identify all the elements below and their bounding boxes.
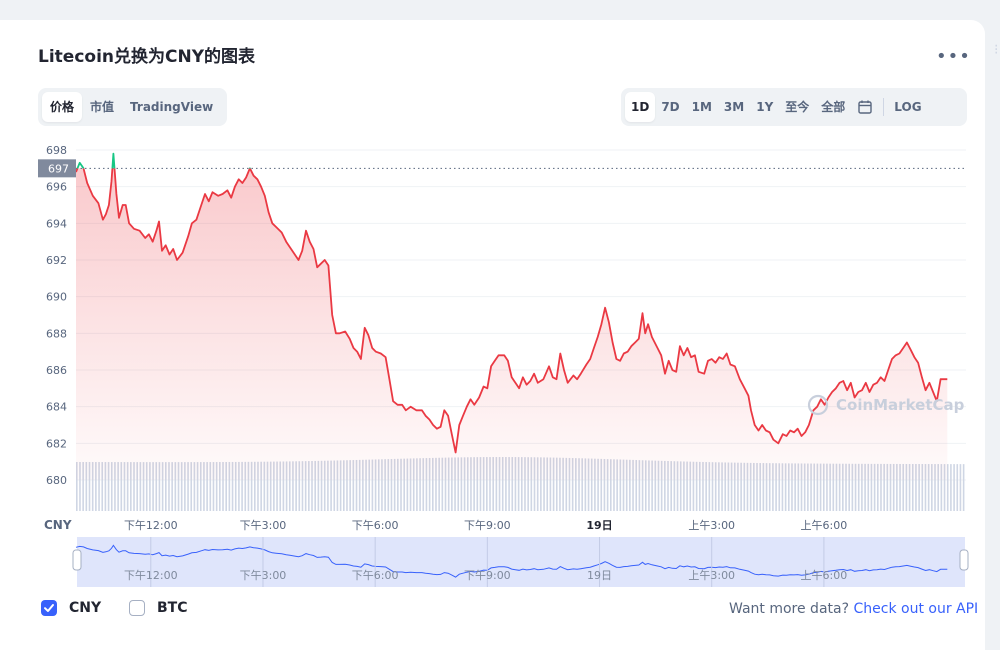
y-tick-label: 684 [46, 401, 67, 414]
x-tick-label: 下午6:00 [352, 519, 399, 532]
navigator-tick-label: 19日 [587, 569, 612, 582]
y-tick-label: 694 [46, 217, 67, 230]
volume-bar [956, 464, 959, 511]
volume-bar [950, 464, 952, 511]
volume-bar [953, 464, 955, 511]
y-tick-label: 696 [46, 181, 67, 194]
x-tick-label: 上午6:00 [801, 519, 848, 532]
legend-btc[interactable]: BTC [129, 600, 188, 616]
y-tick-label: 682 [46, 437, 67, 450]
legend-cny-label: CNY [69, 600, 102, 616]
y-axis-ticks: 698 696 694 692 690 688 686 684 682 680 [46, 144, 67, 487]
navigator-tick-label: 下午9:00 [464, 569, 511, 582]
y-tick-label: 690 [46, 291, 67, 304]
x-tick-label: 下午3:00 [240, 519, 287, 532]
y-tick-label: 698 [46, 144, 67, 157]
x-tick-label: 19日 [586, 519, 612, 532]
navigator-tick-label: 下午12:00 [124, 569, 178, 582]
api-link[interactable]: Check out our API [853, 601, 978, 617]
current-price-tag: 697 [38, 159, 76, 178]
y-tick-label: 680 [46, 474, 67, 487]
y-tick-label: 692 [46, 254, 67, 267]
x-tick-label: 下午9:00 [464, 519, 511, 532]
checkbox-unchecked-icon[interactable] [129, 600, 145, 616]
current-price-tag-label: 697 [48, 162, 69, 175]
x-tick-label: 上午3:00 [688, 519, 735, 532]
volume-bar [959, 464, 962, 511]
x-tick-label: 下午12:00 [124, 519, 178, 532]
watermark-text: CoinMarketCap [836, 396, 965, 414]
legend-btc-label: BTC [157, 600, 188, 616]
navigator-left-handle[interactable] [72, 549, 82, 571]
navigator-tick-label: 上午6:00 [801, 569, 848, 582]
y-tick-label: 688 [46, 327, 67, 340]
navigator-tick-label: 下午3:00 [240, 569, 287, 582]
legend-cny[interactable]: CNY [41, 600, 101, 616]
checkbox-checked-icon[interactable] [41, 600, 57, 616]
y-tick-label: 686 [46, 364, 67, 377]
x-axis-ticks: 下午12:00 下午3:00 下午6:00 下午9:00 19日 上午3:00 上午6:00 [124, 519, 847, 532]
currency-axis-label: CNY [44, 518, 72, 532]
navigator-tick-label: 上午3:00 [688, 569, 735, 582]
price-area-fill [76, 168, 948, 480]
api-prompt: Want more data? Check out our API [729, 601, 978, 617]
navigator-tick-label: 下午6:00 [352, 569, 399, 582]
price-chart[interactable]: 698 696 694 692 690 688 686 684 682 680 697 CoinM… [0, 0, 1000, 600]
volume-bar [962, 464, 965, 511]
range-navigator[interactable]: 下午12:00 下午3:00 下午6:00 下午9:00 19日 上午3:00 上午6:00 [72, 537, 969, 587]
navigator-right-handle[interactable] [959, 549, 969, 571]
api-prompt-text: Want more data? [729, 601, 850, 617]
